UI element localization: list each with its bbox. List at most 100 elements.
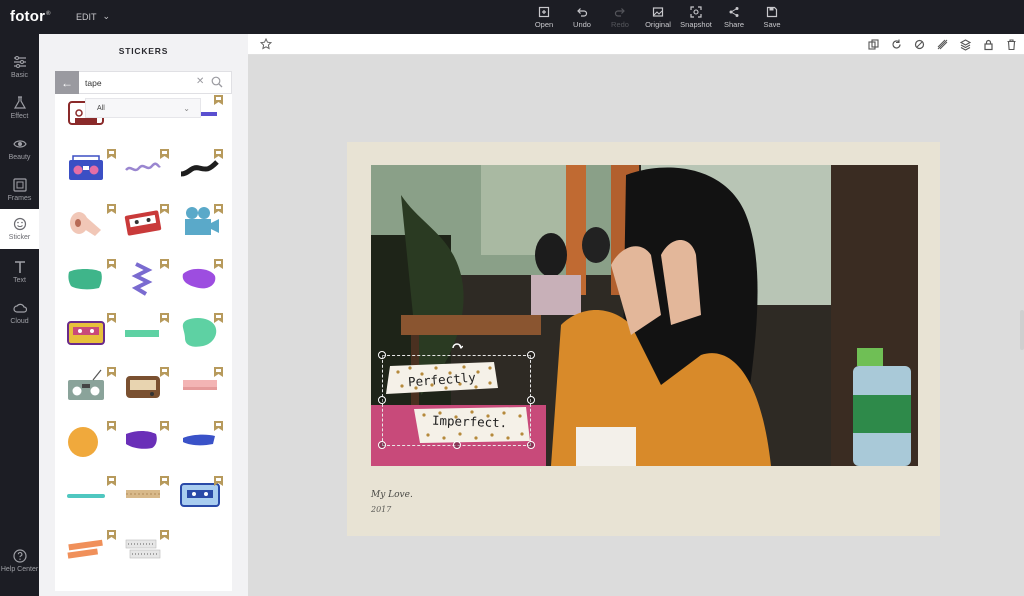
sticker-green-paint[interactable] <box>63 256 109 300</box>
bookmark-icon[interactable] <box>160 367 169 377</box>
open-label: Open <box>534 20 554 29</box>
rail-item-text[interactable]: Text <box>0 252 39 292</box>
caption-line-2: 2017 <box>371 505 392 514</box>
bookmark-icon[interactable] <box>214 313 223 323</box>
undo-button[interactable]: Undo <box>563 6 601 29</box>
bookmark-icon[interactable] <box>160 530 169 540</box>
text-icon <box>14 261 25 273</box>
lock-icon[interactable] <box>982 38 995 51</box>
snapshot-label: Snapshot <box>680 20 712 29</box>
bookmark-icon[interactable] <box>107 476 116 486</box>
resize-handle[interactable] <box>378 351 386 359</box>
selection-box[interactable] <box>382 355 531 446</box>
sticker-panel: STICKERS ← tape ✕ All ⌄ <box>39 34 248 596</box>
share-button[interactable]: Share <box>715 6 753 29</box>
rail-label-basic: Basic <box>10 72 29 79</box>
resize-handle[interactable] <box>378 441 386 449</box>
resize-handle[interactable] <box>453 441 461 449</box>
rail-item-beauty[interactable]: Beauty <box>0 129 39 169</box>
bookmark-icon[interactable] <box>214 476 223 486</box>
bookmark-icon[interactable] <box>107 204 116 214</box>
tape-roll-icon <box>70 212 101 236</box>
bookmark-icon[interactable] <box>107 149 116 159</box>
sticker-cassette-yellow[interactable] <box>63 310 109 354</box>
rotate-handle-icon[interactable] <box>451 340 463 350</box>
save-button[interactable]: Save <box>753 6 791 29</box>
edit-menu[interactable]: EDIT ⌄ <box>76 11 110 22</box>
copy-icon[interactable] <box>867 38 880 51</box>
bookmark-icon[interactable] <box>160 259 169 269</box>
bookmark-icon[interactable] <box>107 530 116 540</box>
mirror-icon[interactable] <box>936 38 949 51</box>
bookmark-icon[interactable] <box>214 204 223 214</box>
bookmark-icon[interactable] <box>160 421 169 431</box>
brush-icon[interactable] <box>913 38 926 51</box>
star-icon[interactable] <box>260 38 272 50</box>
workspace-toolbar <box>248 34 1024 55</box>
trash-icon[interactable] <box>1005 38 1018 51</box>
chevron-down-icon: ⌄ <box>183 104 190 113</box>
arrow-left-icon: ← <box>61 75 73 90</box>
resize-handle[interactable] <box>527 396 535 404</box>
sticker-icon <box>13 217 26 231</box>
sticker-boombox-blue[interactable] <box>63 146 109 190</box>
save-icon <box>766 6 778 18</box>
bookmark-icon[interactable] <box>214 367 223 377</box>
cloud-icon <box>12 303 27 313</box>
bookmark-icon[interactable] <box>214 421 223 431</box>
sticker-tape-roll[interactable] <box>63 201 109 245</box>
orange-tape-icon <box>67 539 103 559</box>
rail-item-sticker[interactable]: Sticker <box>0 209 39 249</box>
rail-label-sticker: Sticker <box>8 234 31 241</box>
flip-icon[interactable] <box>890 38 903 51</box>
open-button[interactable]: Open <box>525 6 563 29</box>
rail-label-cloud: Cloud <box>10 318 29 325</box>
frame-icon <box>12 178 27 192</box>
bookmark-icon[interactable] <box>107 367 116 377</box>
resize-handle[interactable] <box>378 396 386 404</box>
resize-handle[interactable] <box>527 441 535 449</box>
search-icon[interactable] <box>211 76 223 88</box>
bookmark-icon[interactable] <box>160 313 169 323</box>
bookmark-icon[interactable] <box>107 313 116 323</box>
sticker-orange-circle[interactable] <box>63 418 109 462</box>
bookmark-icon[interactable] <box>107 259 116 269</box>
category-dropdown-value: All <box>97 105 105 112</box>
bookmark-icon[interactable] <box>160 149 169 159</box>
category-dropdown[interactable]: All ⌄ <box>85 98 201 118</box>
rail-item-basic[interactable]: Basic <box>0 47 39 87</box>
help-center-button[interactable]: Help Center <box>0 549 39 573</box>
chevron-down-icon: ⌄ <box>102 11 111 21</box>
rail-item-effect[interactable]: Effect <box>0 88 39 128</box>
flask-icon <box>13 96 26 109</box>
radio-cassette-icon <box>68 369 104 400</box>
layers-icon[interactable] <box>959 38 972 51</box>
snapshot-button[interactable]: Snapshot <box>677 6 715 29</box>
back-button[interactable]: ← <box>55 71 79 94</box>
sticker-radio-cassette[interactable] <box>63 364 109 408</box>
rail-item-cloud[interactable]: Cloud <box>0 293 39 333</box>
bookmark-icon[interactable] <box>160 204 169 214</box>
bookmark-icon[interactable] <box>160 476 169 486</box>
original-button[interactable]: Original <box>639 6 677 29</box>
clear-icon[interactable]: ✕ <box>196 76 204 87</box>
search-input[interactable] <box>79 71 232 94</box>
sticker-grid[interactable] <box>55 94 232 591</box>
panel-title: STICKERS <box>118 46 169 56</box>
bookmark-icon[interactable] <box>214 95 223 105</box>
help-icon <box>12 549 27 563</box>
panel-content: ← ✕ All ⌄ <box>55 71 232 591</box>
bookmark-icon[interactable] <box>214 149 223 159</box>
redo-button[interactable]: Redo <box>601 6 639 29</box>
resize-handle[interactable] <box>527 351 535 359</box>
scrollbar[interactable] <box>1020 310 1024 350</box>
sticker-orange-tape[interactable] <box>63 526 109 570</box>
undo-icon <box>577 8 588 17</box>
bookmark-icon[interactable] <box>107 421 116 431</box>
fotor-logo[interactable]: fotor® <box>10 8 51 25</box>
rail-item-frames[interactable]: Frames <box>0 170 39 210</box>
top-bar: fotor® EDIT ⌄ Open Undo Redo Original Sn… <box>0 0 1024 34</box>
bookmark-icon[interactable] <box>214 259 223 269</box>
rail-label-frames: Frames <box>7 195 32 202</box>
sticker-teal-stroke[interactable] <box>63 472 109 516</box>
